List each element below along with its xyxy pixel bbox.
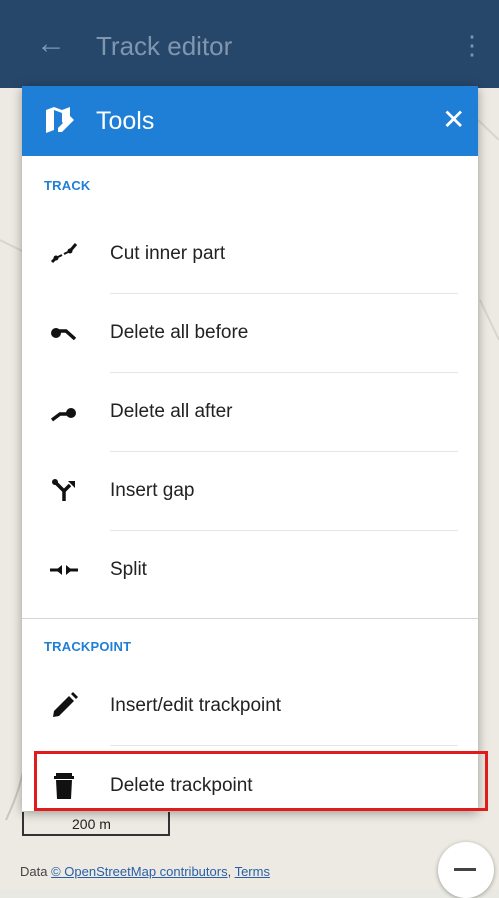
insert-gap-icon [52,479,75,501]
app-toolbar: ← Track editor ⋮ [0,0,499,88]
menu-item-split[interactable]: Split [22,530,478,610]
menu-item-label: Split [110,559,147,580]
map-attribution: Data © OpenStreetMap contributors, Terms [20,864,270,879]
pencil-icon [53,692,78,717]
highlight-box [34,751,488,811]
menu-item-cut-inner-part[interactable]: Cut inner part [22,214,478,294]
close-icon[interactable]: ✕ [442,104,465,136]
menu-item-delete-all-after[interactable]: Delete all after [22,372,478,452]
menu-item-label: Insert gap [110,480,195,501]
menu-item-label: Delete all after [110,401,233,422]
toolbar-title: Track editor [96,31,233,61]
menu-item-delete-all-before[interactable]: Delete all before [22,293,478,373]
section-divider [22,618,478,619]
map-edit-icon [46,107,74,133]
section-label-trackpoint: TRACKPOINT [44,639,132,654]
osm-contributors-link[interactable]: © OpenStreetMap contributors [51,864,228,879]
minus-icon [454,868,476,871]
menu-item-insert-gap[interactable]: Insert gap [22,451,478,531]
arrow-left-icon[interactable]: ← [36,26,66,62]
attribution-prefix: Data [20,864,52,879]
terms-link[interactable]: Terms [235,864,270,879]
delete-before-icon [51,328,77,341]
dialog-title: Tools [96,107,155,135]
menu-item-label: Insert/edit trackpoint [110,695,282,716]
split-icon [50,565,78,575]
attribution-separator: , [227,864,235,879]
section-label-track: TRACK [44,178,91,193]
delete-after-icon [50,408,76,422]
menu-item-label: Cut inner part [110,243,226,264]
tools-dialog: Tools ✕ TRACK Cut inner part Delete all … [22,86,478,811]
cut-inner-part-icon [50,243,78,264]
dialog-header: Tools ✕ [22,86,478,156]
menu-item-label: Delete all before [110,322,249,343]
menu-item-insert-edit-trackpoint[interactable]: Insert/edit trackpoint [22,666,478,746]
more-vert-icon[interactable]: ⋮ [459,30,485,60]
